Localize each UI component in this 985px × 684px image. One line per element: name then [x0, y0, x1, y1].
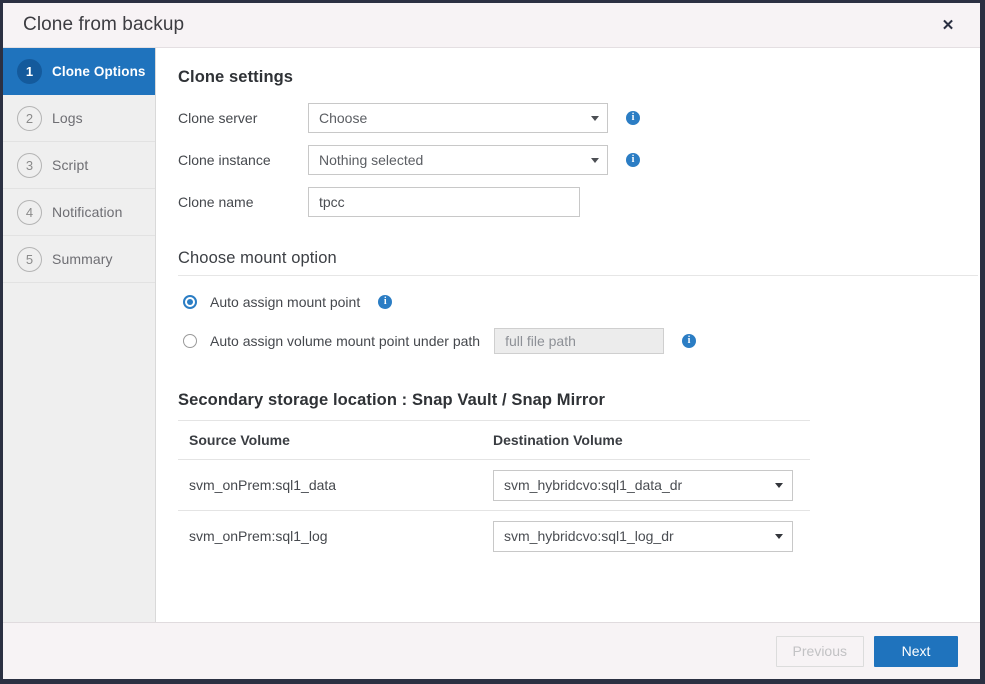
sidebar-item-label: Logs	[52, 110, 83, 126]
clone-name-input[interactable]: tpcc	[308, 187, 580, 217]
info-icon[interactable]: i	[626, 111, 640, 125]
destination-volume-value: svm_hybridcvo:sql1_data_dr	[504, 477, 769, 493]
close-icon[interactable]: ✕	[936, 13, 960, 37]
radio-auto-assign-mount-point-label: Auto assign mount point	[210, 294, 360, 310]
secondary-storage-section: Secondary storage location : Snap Vault …	[178, 391, 966, 561]
sidebar-item-label: Clone Options	[52, 64, 146, 79]
secondary-storage-table: Source Volume Destination Volume svm_onP…	[178, 421, 966, 561]
sidebar-item-notification[interactable]: 4 Notification	[3, 189, 155, 236]
clone-instance-row: Clone instance Nothing selected i	[178, 145, 966, 175]
source-volume-cell: svm_onPrem:sql1_log	[178, 528, 493, 544]
radio-auto-assign-mount-point[interactable]	[183, 295, 197, 309]
destination-volume-cell: svm_hybridcvo:sql1_data_dr	[493, 470, 966, 501]
sidebar-item-summary[interactable]: 5 Summary	[3, 236, 155, 283]
wizard-sidebar: 1 Clone Options 2 Logs 3 Script 4 Notifi…	[3, 48, 156, 622]
chevron-down-icon	[591, 158, 599, 163]
destination-volume-select[interactable]: svm_hybridcvo:sql1_log_dr	[493, 521, 793, 552]
step-number: 5	[17, 247, 42, 272]
table-row: svm_onPrem:sql1_log svm_hybridcvo:sql1_l…	[178, 511, 966, 561]
clone-name-value: tpcc	[319, 194, 571, 210]
mount-path-input[interactable]: full file path	[494, 328, 664, 354]
clone-from-backup-dialog: Clone from backup ✕ 1 Clone Options 2 Lo…	[2, 2, 981, 680]
clone-server-select[interactable]: Choose	[308, 103, 608, 133]
destination-volume-select[interactable]: svm_hybridcvo:sql1_data_dr	[493, 470, 793, 501]
mount-option-auto-row: Auto assign mount point i	[178, 294, 966, 310]
mount-option-section: Choose mount option Auto assign mount po…	[178, 249, 966, 354]
dialog-title: Clone from backup	[23, 14, 936, 36]
info-icon[interactable]: i	[682, 334, 696, 348]
source-volume-cell: svm_onPrem:sql1_data	[178, 477, 493, 493]
step-number: 2	[17, 106, 42, 131]
chevron-down-icon	[775, 534, 783, 539]
radio-auto-assign-volume-under-path[interactable]	[183, 334, 197, 348]
table-row: svm_onPrem:sql1_data svm_hybridcvo:sql1_…	[178, 460, 966, 510]
sidebar-item-script[interactable]: 3 Script	[3, 142, 155, 189]
info-icon[interactable]: i	[626, 153, 640, 167]
wizard-main-panel: Clone settings Clone server Choose i Clo…	[156, 48, 980, 622]
clone-server-row: Clone server Choose i	[178, 103, 966, 133]
destination-volume-cell: svm_hybridcvo:sql1_log_dr	[493, 521, 966, 552]
secondary-storage-heading: Secondary storage location : Snap Vault …	[178, 391, 966, 410]
chevron-down-icon	[591, 116, 599, 121]
column-header-source-volume: Source Volume	[178, 432, 493, 448]
mount-option-path-row: Auto assign volume mount point under pat…	[178, 328, 966, 354]
dialog-titlebar: Clone from backup ✕	[3, 3, 980, 48]
step-number: 4	[17, 200, 42, 225]
radio-auto-assign-volume-under-path-label: Auto assign volume mount point under pat…	[210, 333, 480, 349]
sidebar-item-label: Script	[52, 157, 88, 173]
clone-server-value: Choose	[319, 110, 585, 126]
column-header-destination-volume: Destination Volume	[493, 432, 966, 448]
clone-instance-value: Nothing selected	[319, 152, 585, 168]
sidebar-item-label: Notification	[52, 204, 122, 220]
step-number: 1	[17, 59, 42, 84]
chevron-down-icon	[775, 483, 783, 488]
clone-instance-label: Clone instance	[178, 152, 308, 168]
dialog-body: 1 Clone Options 2 Logs 3 Script 4 Notifi…	[3, 48, 980, 622]
next-button[interactable]: Next	[874, 636, 958, 667]
clone-settings-heading: Clone settings	[178, 68, 966, 87]
table-header-row: Source Volume Destination Volume	[178, 421, 966, 459]
step-number: 3	[17, 153, 42, 178]
destination-volume-value: svm_hybridcvo:sql1_log_dr	[504, 528, 769, 544]
clone-name-label: Clone name	[178, 194, 308, 210]
sidebar-item-label: Summary	[52, 251, 113, 267]
clone-name-row: Clone name tpcc	[178, 187, 966, 217]
mount-option-divider	[178, 275, 978, 276]
sidebar-item-clone-options[interactable]: 1 Clone Options	[3, 48, 155, 95]
clone-settings-form: Clone server Choose i Clone instance Not…	[178, 103, 966, 217]
dialog-footer: Previous Next	[3, 622, 980, 679]
clone-instance-select[interactable]: Nothing selected	[308, 145, 608, 175]
clone-server-label: Clone server	[178, 110, 308, 126]
sidebar-item-logs[interactable]: 2 Logs	[3, 95, 155, 142]
info-icon[interactable]: i	[378, 295, 392, 309]
previous-button[interactable]: Previous	[776, 636, 864, 667]
mount-option-heading: Choose mount option	[178, 249, 966, 268]
